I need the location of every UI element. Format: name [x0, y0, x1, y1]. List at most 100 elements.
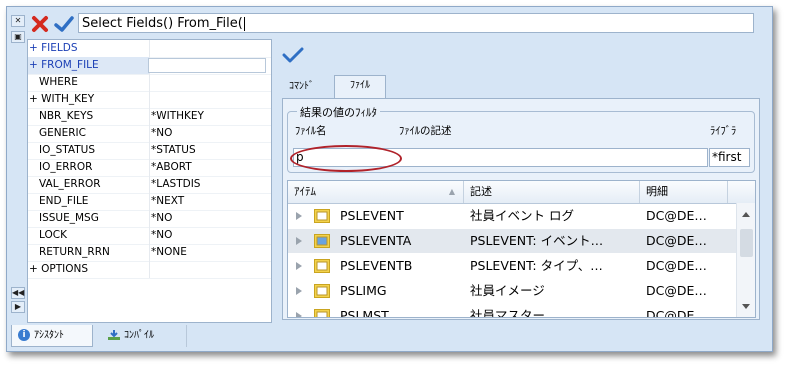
column-header-item[interactable]: ｱｲﾃﾑ ▲ [288, 181, 464, 203]
parameter-row[interactable]: ISSUE_MSG *NO [28, 210, 271, 228]
highlight-ellipse [290, 145, 402, 172]
file-detail: DC@DE… [646, 208, 707, 223]
compile-icon [108, 330, 120, 340]
parameter-name: + FIELDS [28, 40, 150, 57]
expand-arrow-icon[interactable] [296, 312, 302, 317]
parameter-name: ISSUE_MSG [28, 210, 150, 227]
file-row[interactable]: PSLEVENTB PSLEVENT: タイプ、… DC@DE… [288, 254, 736, 278]
parameter-row[interactable]: LOCK *NO [28, 227, 271, 245]
library-label: ﾗｲﾌﾞﾗ [710, 125, 737, 137]
file-row[interactable]: PSLEVENT 社員イベント ログ DC@DE… [288, 204, 736, 228]
file-detail: DC@DE… [646, 258, 707, 273]
file-detail: DC@DE… [646, 283, 707, 298]
scroll-up-icon[interactable] [742, 212, 750, 217]
command-input[interactable]: Select Fields() From_File( [78, 13, 754, 33]
tab-file[interactable]: ﾌｧｲﾙ [334, 75, 386, 99]
tab-compile-label: ｺﾝﾊﾟｲﾙ [124, 330, 154, 341]
parameter-name: + OPTIONS [28, 261, 150, 278]
file-desc-label: ﾌｧｲﾙの記述 [399, 125, 452, 137]
assistant-pane: ｺﾏﾝﾄﾞ ﾌｧｲﾙ 結果の値のﾌｨﾙﾀ ﾌｧｲﾙ名 ﾌｧｲﾙの記述 ﾗｲﾌﾞﾗ… [277, 39, 761, 321]
parameter-value[interactable]: *NO [151, 227, 269, 244]
parameter-row[interactable]: IO_STATUS *STATUS [28, 142, 271, 160]
parameter-value[interactable]: *NO [151, 210, 269, 227]
parameter-name: RETURN_RRN [28, 244, 150, 261]
editor-window: ✕ ▣ ◀◀ ▶ Select Fields() From_File( + FI… [6, 6, 773, 352]
file-icon [314, 259, 330, 273]
file-results-grid[interactable]: ｱｲﾃﾑ ▲ 記述 明細 PSLEVENT 社員イベント ログ DC@DE… PSLE… [287, 180, 756, 318]
expand-arrow-icon[interactable] [296, 287, 302, 295]
file-description: PSLEVENT: タイプ、… [470, 258, 603, 273]
parameter-value[interactable] [151, 74, 269, 91]
vertical-scrollbar[interactable] [736, 203, 755, 317]
parameter-name: IO_STATUS [28, 142, 150, 159]
text-caret [243, 16, 245, 31]
scroll-thumb[interactable] [740, 229, 753, 257]
parameter-row[interactable]: + FIELDS [28, 40, 271, 58]
bottom-tabs: i ｱｼｽﾀﾝﾄ ｺﾝﾊﾟｲﾙ [11, 325, 766, 347]
scroll-next-button[interactable]: ▶ [11, 301, 25, 313]
tab-compile[interactable]: ｺﾝﾊﾟｲﾙ [101, 325, 187, 347]
command-text: Select Fields() From_File( [82, 16, 243, 31]
parameter-name: NBR_KEYS [28, 108, 150, 125]
cancel-icon[interactable] [31, 15, 49, 33]
file-item-name: PSLIMG [340, 283, 387, 298]
parameter-value[interactable] [151, 261, 269, 278]
info-icon: i [18, 329, 30, 341]
expand-arrow-icon[interactable] [296, 237, 302, 245]
parameter-row[interactable]: END_FILE *NEXT [28, 193, 271, 211]
column-header-item-label: ｱｲﾃﾑ [294, 185, 316, 198]
parameter-row[interactable]: GENERIC *NO [28, 125, 271, 143]
parameter-value[interactable]: *NEXT [151, 193, 269, 210]
side-strip: ✕ ▣ ◀◀ ▶ [11, 13, 25, 313]
file-row[interactable]: PSLMST 社員マスター DC@DE… [288, 304, 736, 318]
parameter-value[interactable]: *ABORT [151, 159, 269, 176]
parameter-list[interactable]: + FIELDS + FROM_FILE WHERE + WITH_KEY NBR_KE… [27, 39, 272, 323]
file-item-name: PSLEVENTA [340, 233, 412, 248]
file-name-label: ﾌｧｲﾙ名 [295, 125, 327, 137]
file-detail: DC@DE… [646, 308, 707, 318]
sort-arrow-icon: ▲ [448, 187, 455, 196]
tab-command[interactable]: ｺﾏﾝﾄﾞ [283, 77, 333, 97]
parameter-value[interactable]: *STATUS [151, 142, 269, 159]
apply-check-icon[interactable] [282, 46, 304, 64]
parameter-name: WHERE [28, 74, 150, 91]
file-row[interactable]: PSLIMG 社員イメージ DC@DE… [288, 279, 736, 303]
file-detail: DC@DE… [646, 233, 707, 248]
file-item-name: PSLMST [340, 308, 389, 318]
parameter-value[interactable]: *LASTDIS [151, 176, 269, 193]
file-description: PSLEVENT: イベント… [470, 233, 604, 248]
expand-arrow-icon[interactable] [296, 262, 302, 270]
library-input[interactable]: *first [709, 148, 750, 167]
accept-check-icon[interactable] [54, 15, 74, 33]
command-toolbar: Select Fields() From_File( [7, 7, 772, 37]
column-header-detail[interactable]: 明細 [640, 181, 728, 203]
parameter-value[interactable]: *NONE [151, 244, 269, 261]
parameter-value[interactable] [151, 91, 269, 108]
scroll-first-button[interactable]: ◀◀ [11, 287, 25, 299]
file-row[interactable]: PSLEVENTA PSLEVENT: イベント… DC@DE… [288, 229, 736, 253]
expand-arrow-icon[interactable] [296, 212, 302, 220]
parameter-row[interactable]: RETURN_RRN *NONE [28, 244, 271, 262]
file-description: 社員イメージ [470, 283, 545, 298]
column-header-desc[interactable]: 記述 [464, 181, 640, 203]
parameter-value[interactable] [151, 40, 269, 57]
parameter-row[interactable]: VAL_ERROR *LASTDIS [28, 176, 271, 194]
file-description: 社員イベント ログ [470, 208, 574, 223]
scroll-down-icon[interactable] [742, 304, 750, 309]
parameter-value-input[interactable] [148, 58, 266, 73]
parameter-value[interactable]: *WITHKEY [151, 108, 269, 125]
filter-legend: 結果の値のﾌｨﾙﾀ [297, 104, 380, 120]
parameter-row[interactable]: IO_ERROR *ABORT [28, 159, 271, 177]
file-icon [314, 234, 330, 248]
parameter-row[interactable]: NBR_KEYS *WITHKEY [28, 108, 271, 126]
parameter-row[interactable]: + WITH_KEY [28, 91, 271, 109]
parameter-name: LOCK [28, 227, 150, 244]
parameter-row[interactable]: + OPTIONS [28, 261, 271, 279]
tab-assistant[interactable]: i ｱｼｽﾀﾝﾄ [11, 325, 93, 347]
parameter-row[interactable]: WHERE [28, 74, 271, 92]
parameter-value[interactable]: *NO [151, 125, 269, 142]
parameter-name: GENERIC [28, 125, 150, 142]
parameter-name: IO_ERROR [28, 159, 150, 176]
file-item-name: PSLEVENT [340, 208, 404, 223]
parameter-row[interactable]: + FROM_FILE [28, 57, 271, 75]
